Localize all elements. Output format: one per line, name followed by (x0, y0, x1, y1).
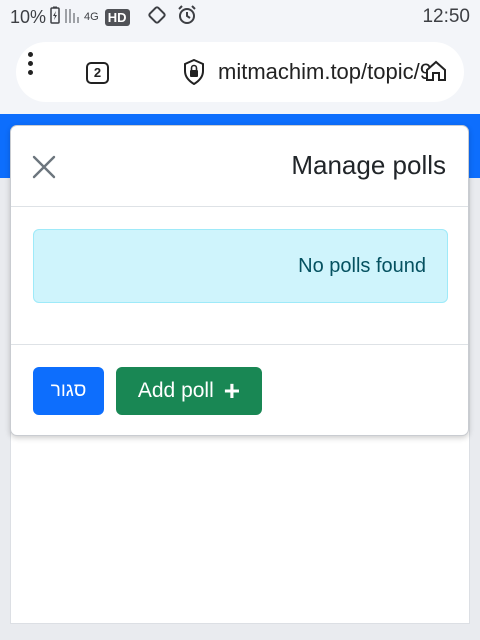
signal-icon (64, 6, 80, 29)
modal-footer: סגור Add poll + (11, 344, 468, 436)
battery-percent: 10% (10, 6, 47, 27)
add-poll-button[interactable]: Add poll + (116, 367, 262, 415)
status-bar: 10% 4G HD 12:50 (0, 0, 480, 34)
modal-title: Manage polls (291, 150, 446, 180)
tabs-icon[interactable]: 2 (86, 62, 109, 84)
manage-polls-modal: Manage polls No polls found סגור Add pol… (10, 125, 469, 436)
network-type: 4G (84, 11, 99, 23)
home-icon[interactable] (424, 59, 448, 88)
browser-toolbar: 2 mitmachim.top/topic/9 (0, 34, 480, 114)
clock: 12:50 (422, 6, 470, 27)
status-left: 10% 4G HD (10, 4, 198, 31)
no-polls-alert: No polls found (33, 229, 448, 303)
close-button[interactable]: סגור (33, 367, 104, 415)
hd-badge: HD (104, 8, 130, 26)
no-polls-message: No polls found (298, 254, 426, 277)
menu-dots-icon[interactable] (28, 52, 34, 78)
lock-icon[interactable] (183, 58, 205, 90)
add-poll-label: Add poll (137, 379, 214, 402)
battery-charging-icon (50, 6, 60, 29)
rotate-icon (146, 4, 168, 31)
close-icon[interactable] (31, 154, 57, 180)
modal-header: Manage polls (11, 126, 468, 207)
url-text[interactable]: mitmachim.top/topic/9 (218, 59, 454, 85)
alarm-icon (176, 4, 198, 31)
plus-icon: + (223, 375, 241, 406)
